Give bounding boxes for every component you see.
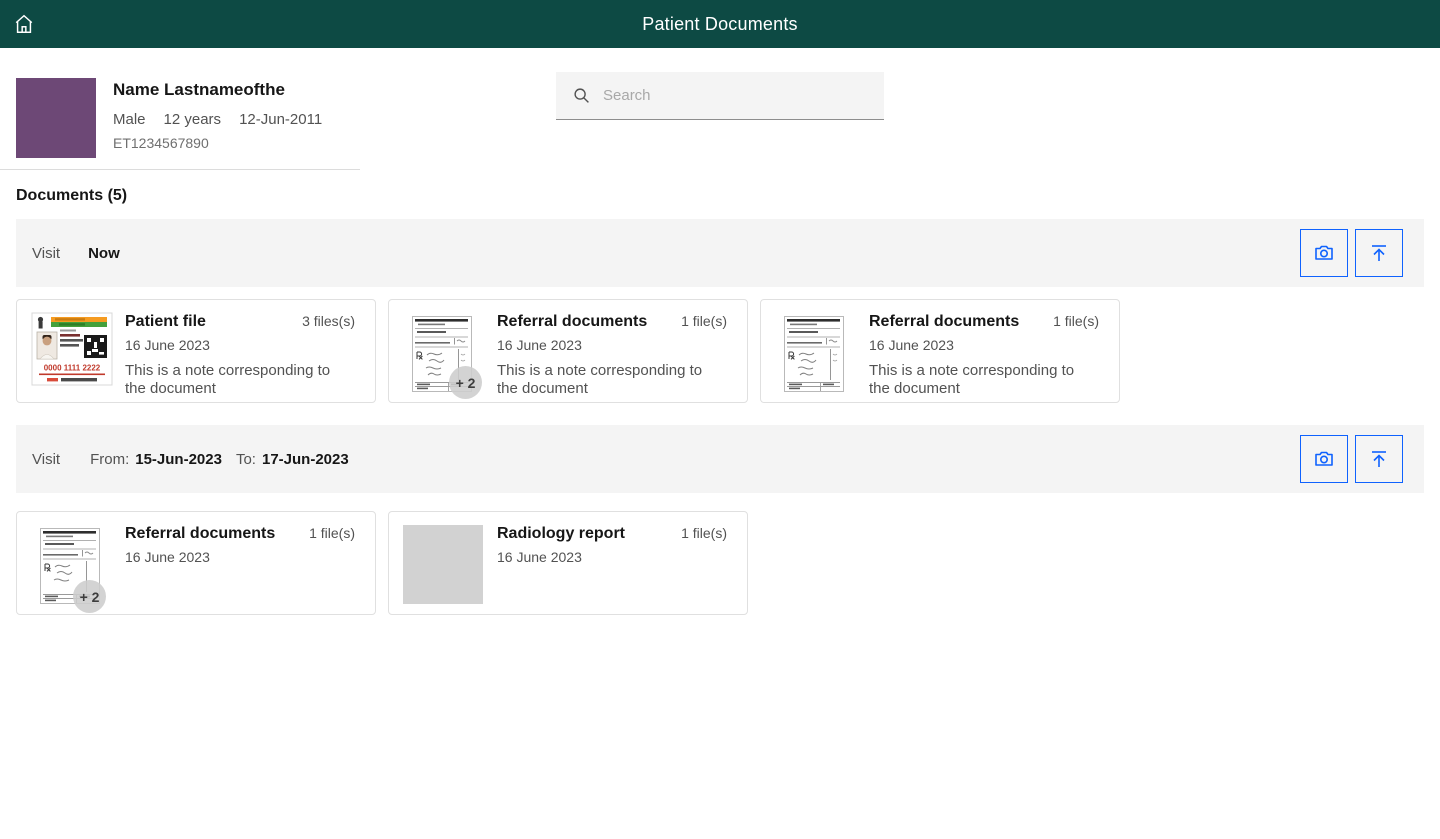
document-thumbnail-placeholder — [403, 525, 483, 604]
file-count: 1 file(s) — [681, 313, 727, 329]
patient-name: Name Lastnameofthe — [113, 80, 285, 99]
search-icon — [573, 87, 590, 104]
document-card-referral-1[interactable]: + 2 Referral documents 1 file(s) 16 June… — [388, 299, 748, 403]
file-count: 3 files(s) — [302, 313, 355, 329]
visit-group-dated: Visit From: 15-Jun-2023 To: 17-Jun-2023 — [0, 425, 1440, 615]
visit-group-now: Visit Now 0000 1111 2222 Patient file 3 … — [0, 219, 1440, 403]
document-cards-row: 0000 1111 2222 Patient file 3 files(s) 1… — [16, 299, 1424, 403]
file-count: 1 file(s) — [1053, 313, 1099, 329]
visit-date-range: From: 15-Jun-2023 To: 17-Jun-2023 — [90, 451, 349, 468]
visit-header-now: Visit Now — [16, 219, 1424, 287]
search-input[interactable] — [603, 87, 884, 104]
patient-age: 12 years — [163, 111, 222, 128]
visit-to-label: To: — [235, 450, 256, 468]
search-bar[interactable] — [556, 72, 884, 120]
patient-info: Name Lastnameofthe Male 12 years 12-Jun-… — [113, 80, 322, 151]
document-title: Patient file — [125, 313, 206, 330]
app-header: Patient Documents — [0, 0, 1440, 48]
document-date: 16 June 2023 — [497, 549, 582, 565]
visit-from-date: 15-Jun-2023 — [135, 450, 222, 468]
patient-attributes: Male 12 years 12-Jun-2011 — [113, 111, 322, 128]
visit-to-date: 17-Jun-2023 — [261, 450, 349, 468]
camera-icon — [1312, 241, 1336, 265]
document-thumbnail-id-card: 0000 1111 2222 — [31, 312, 125, 390]
upload-icon — [1367, 447, 1391, 471]
id-card-number: 0000 1111 2222 — [44, 364, 101, 373]
patient-avatar — [16, 78, 96, 158]
document-date: 16 June 2023 — [497, 337, 582, 353]
visit-label: Visit — [32, 450, 61, 468]
document-thumbnail-prescription — [784, 316, 844, 392]
patient-gender: Male — [113, 111, 146, 128]
camera-button[interactable] — [1300, 435, 1348, 483]
document-title: Referral documents — [125, 525, 276, 542]
document-cards-row: + 2 Referral documents 1 file(s) 16 June… — [16, 511, 1424, 615]
document-thumbnail-prescription: + 2 — [40, 528, 106, 613]
upload-icon — [1367, 241, 1391, 265]
upload-button[interactable] — [1355, 435, 1403, 483]
document-date: 16 June 2023 — [125, 549, 210, 565]
document-title: Referral documents — [869, 313, 1020, 330]
document-card-radiology[interactable]: Radiology report 1 file(s) 16 June 2023 — [388, 511, 748, 615]
file-count: 1 file(s) — [309, 525, 355, 541]
document-note: This is a note corresponding to the docu… — [497, 362, 703, 397]
more-files-badge: + 2 — [449, 366, 482, 399]
document-card-patient-file[interactable]: 0000 1111 2222 Patient file 3 files(s) 1… — [16, 299, 376, 403]
home-button[interactable] — [0, 0, 48, 48]
document-card-referral-3[interactable]: + 2 Referral documents 1 file(s) 16 June… — [16, 511, 376, 615]
camera-button[interactable] — [1300, 229, 1348, 277]
patient-card: Name Lastnameofthe Male 12 years 12-Jun-… — [0, 48, 360, 170]
document-note: This is a note corresponding to the docu… — [125, 362, 331, 397]
home-icon — [13, 13, 35, 35]
document-card-referral-2[interactable]: Referral documents 1 file(s) 16 June 202… — [760, 299, 1120, 403]
document-date: 16 June 2023 — [869, 337, 954, 353]
upload-button[interactable] — [1355, 229, 1403, 277]
patient-identifier: ET1234567890 — [113, 135, 209, 151]
documents-heading: Documents (5) — [16, 187, 128, 204]
document-note: This is a note corresponding to the docu… — [869, 362, 1075, 397]
patient-birthdate: 12-Jun-2011 — [239, 111, 323, 128]
page-title: Patient Documents — [642, 13, 798, 34]
visit-label: Visit — [32, 244, 61, 262]
document-title: Referral documents — [497, 313, 648, 330]
visit-from-label: From: — [90, 450, 130, 468]
document-title: Radiology report — [497, 525, 626, 542]
file-count: 1 file(s) — [681, 525, 727, 541]
visit-header-dated: Visit From: 15-Jun-2023 To: 17-Jun-2023 — [16, 425, 1424, 493]
visit-actions — [1300, 229, 1403, 277]
document-date: 16 June 2023 — [125, 337, 210, 353]
visit-actions — [1300, 435, 1403, 483]
more-files-badge: + 2 — [73, 580, 106, 613]
document-thumbnail-prescription: + 2 — [412, 316, 482, 399]
visit-timing-now: Now — [88, 244, 120, 262]
camera-icon — [1312, 447, 1336, 471]
patient-banner-section: Name Lastnameofthe Male 12 years 12-Jun-… — [0, 48, 1440, 170]
